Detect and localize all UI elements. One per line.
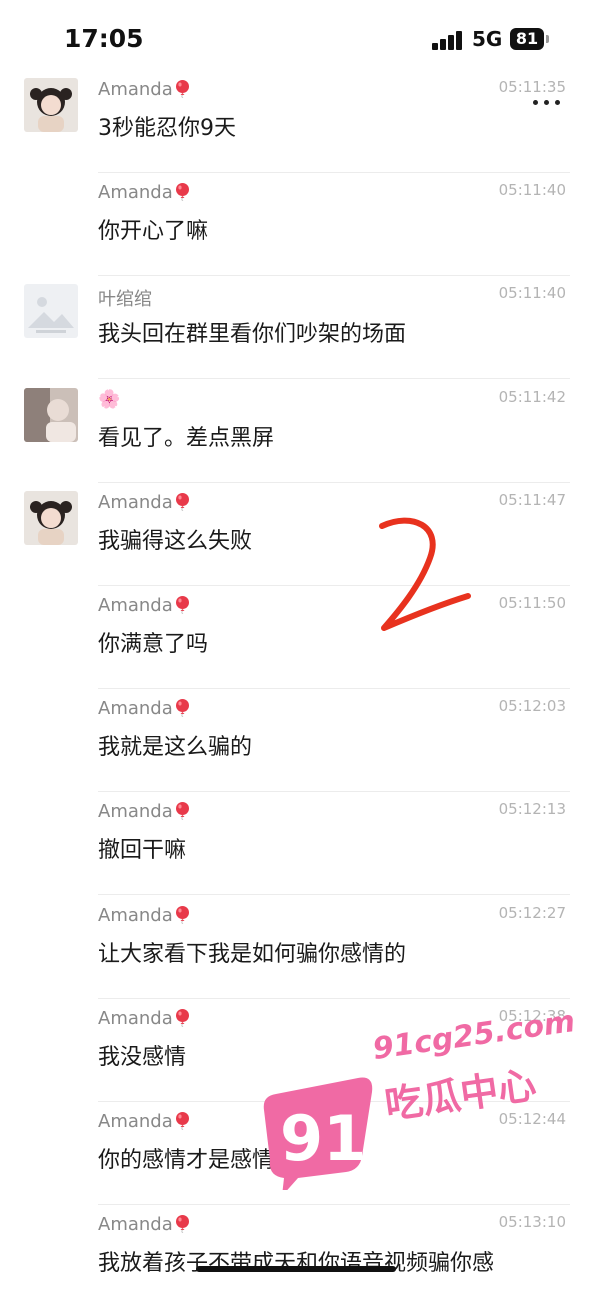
- message-text: 我就是这么骗的: [98, 735, 253, 761]
- sender-name-text: Amanda: [98, 491, 173, 513]
- message-timestamp: 05:11:40: [498, 181, 566, 200]
- sender-name: Amanda: [98, 698, 190, 719]
- sender-name: Amanda: [98, 79, 190, 100]
- balloon-icon: [175, 596, 189, 614]
- sender-name: Amanda: [98, 182, 190, 203]
- sender-name: Amanda: [98, 801, 190, 822]
- signal-strength-icon: [432, 30, 464, 50]
- balloon-icon: [175, 183, 189, 202]
- avatar[interactable]: [24, 490, 78, 545]
- watermark-number: 91: [280, 1102, 366, 1175]
- message-timestamp: 05:11:47: [498, 490, 566, 509]
- message-text: 我骗得这么失败: [98, 528, 253, 554]
- sender-name-text: Amanda: [98, 698, 173, 720]
- message-text: 你满意了吗: [98, 632, 209, 657]
- sender-name: 叶绾绾: [98, 285, 152, 311]
- network-type: 5G: [472, 27, 503, 51]
- sender-name-text: Amanda: [98, 1214, 173, 1236]
- message-timestamp: 05:11:35: [498, 78, 566, 96]
- chat-message-row[interactable]: Amanda 05:12:03 我就是这么骗的: [0, 689, 592, 793]
- message-text: 你开心了嘛: [98, 219, 209, 245]
- message-text: 我没感情: [98, 1044, 187, 1070]
- message-timestamp: 05:12:03: [498, 697, 566, 716]
- balloon-icon: [175, 905, 189, 924]
- sender-name-text: 🌸: [98, 388, 121, 410]
- balloon-icon: [175, 1215, 189, 1234]
- avatar[interactable]: [24, 387, 78, 442]
- chat-message-row[interactable]: Amanda 05:12:13 撤回干嘛: [0, 792, 592, 896]
- message-timestamp: 05:12:13: [498, 800, 566, 819]
- message-text: 让大家看下我是如何骗你感情的: [98, 941, 407, 967]
- avatar[interactable]: [24, 284, 78, 339]
- message-timestamp: 05:12:27: [498, 903, 566, 922]
- chat-message-row[interactable]: 叶绾绾 05:11:40 我头回在群里看你们吵架的场面: [0, 276, 592, 380]
- message-text: 我头回在群里看你们吵架的场面: [98, 322, 407, 348]
- sender-name-text: Amanda: [98, 904, 173, 926]
- chat-message-row[interactable]: Amanda 05:11:47 我骗得这么失败: [0, 483, 592, 586]
- clock: 17:05: [64, 24, 144, 53]
- message-timestamp: 05:11:40: [498, 284, 566, 303]
- sender-name: Amanda: [98, 905, 190, 926]
- sender-name: Amanda: [98, 1111, 190, 1132]
- message-timestamp: 05:11:42: [498, 387, 566, 406]
- sender-name: Amanda: [98, 1214, 190, 1235]
- sender-name-text: 叶绾绾: [98, 289, 152, 311]
- message-text: 3秒能忍你9天: [98, 116, 236, 141]
- sender-name: Amanda: [98, 1008, 190, 1029]
- sender-name: 🌸: [98, 389, 120, 410]
- chat-message-row[interactable]: Amanda 05:11:50 你满意了吗: [0, 586, 592, 689]
- sender-name-text: Amanda: [98, 1111, 173, 1132]
- sender-name: Amanda: [98, 492, 190, 513]
- avatar[interactable]: [24, 78, 78, 132]
- chat-message-row[interactable]: 🌸 05:11:42 看见了。差点黑屏: [0, 380, 592, 483]
- message-text: 看见了。差点黑屏: [98, 425, 275, 451]
- message-timestamp: 05:13:10: [498, 1213, 566, 1232]
- home-indicator[interactable]: [196, 1266, 396, 1272]
- message-text: 撤回干嘛: [98, 838, 187, 864]
- balloon-icon: [175, 699, 189, 718]
- sender-name-text: Amanda: [98, 79, 173, 100]
- sender-name: Amanda: [98, 595, 190, 616]
- balloon-icon: [175, 802, 189, 821]
- balloon-icon: [175, 1112, 189, 1130]
- chat-message-row[interactable]: Amanda 05:12:27 让大家看下我是如何骗你感情的: [0, 896, 592, 999]
- chat-message-row[interactable]: Amanda 05:11:35 3秒能忍你9天: [0, 70, 592, 173]
- balloon-icon: [175, 1008, 189, 1027]
- handwritten-2-annotation: [379, 517, 471, 631]
- balloon-icon: [175, 492, 189, 511]
- chat-message-row[interactable]: Amanda 05:13:10 我放着孩子不带成天和你语音视频骗你感: [0, 1205, 592, 1308]
- sender-name-text: Amanda: [98, 595, 173, 616]
- balloon-icon: [175, 80, 189, 98]
- message-timestamp: 05:11:50: [498, 594, 566, 612]
- chat-message-row[interactable]: Amanda 05:11:40 你开心了嘛: [0, 173, 592, 277]
- sender-name-text: Amanda: [98, 801, 173, 823]
- battery-tip: [546, 35, 549, 43]
- message-text: 我放着孩子不带成天和你语音视频骗你感: [98, 1251, 495, 1277]
- status-bar: 17:05 5G 81: [0, 0, 592, 76]
- battery-icon: 81: [510, 28, 544, 50]
- sender-name-text: Amanda: [98, 1007, 173, 1029]
- message-text: 你的感情才是感情: [98, 1148, 275, 1173]
- sender-name-text: Amanda: [98, 182, 173, 204]
